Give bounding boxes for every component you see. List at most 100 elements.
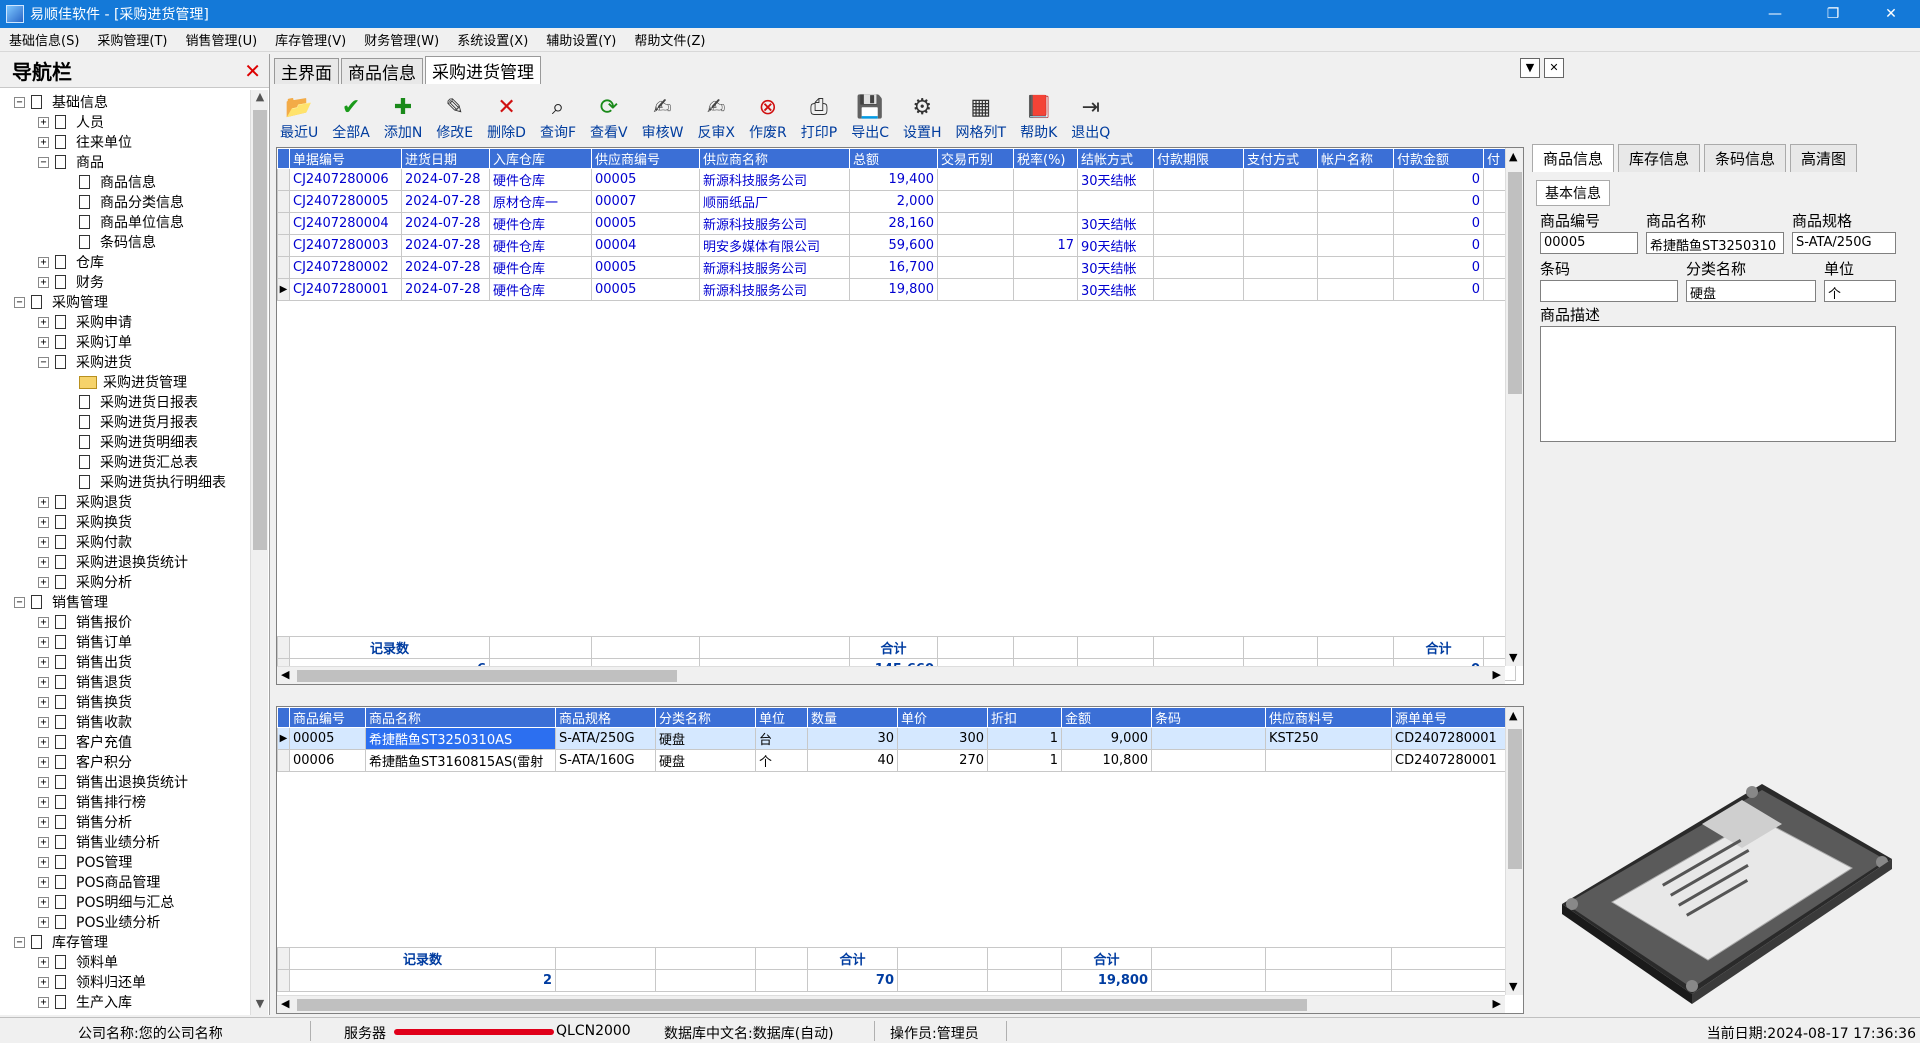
nav-tree-item[interactable]: + 采购申请 (0, 312, 250, 332)
nav-tree-item[interactable]: − 销售管理 (0, 592, 250, 612)
scroll-thumb[interactable] (1508, 172, 1522, 394)
tab-close-icon[interactable]: ✕ (1544, 58, 1564, 78)
nav-tree-item[interactable]: 采购进货执行明细表 (0, 472, 250, 492)
column-header[interactable]: 进货日期 (401, 148, 490, 169)
table-cell[interactable] (937, 234, 1014, 257)
column-header[interactable]: 金额 (1061, 707, 1152, 728)
expand-icon[interactable]: + (38, 856, 49, 868)
scroll-up-icon[interactable]: ▲ (251, 90, 269, 108)
tab-stock-info[interactable]: 库存信息 (1618, 144, 1701, 172)
barcode-field[interactable] (1540, 280, 1678, 302)
nav-tree-item[interactable]: 商品信息 (0, 172, 250, 192)
nav-tree-item[interactable]: + 领料单 (0, 952, 250, 972)
table-cell[interactable]: S-ATA/250G (555, 727, 656, 750)
column-header[interactable]: 折扣 (987, 707, 1062, 728)
nav-tree-item[interactable]: + 财务 (0, 272, 250, 292)
expand-icon[interactable]: + (38, 116, 49, 128)
nav-tree-item[interactable]: 采购进货汇总表 (0, 452, 250, 472)
scroll-thumb[interactable] (297, 999, 1307, 1011)
table-cell[interactable] (1317, 212, 1394, 235)
table-row[interactable]: CJ2407280004 2024-07-28 硬件仓库 00005 新源科技服务公司 2… (277, 212, 1516, 235)
nav-tree-item[interactable]: + 销售出退换货统计 (0, 772, 250, 792)
expand-icon[interactable]: + (38, 756, 49, 768)
nav-tree-item[interactable]: 商品单位信息 (0, 212, 250, 232)
table-cell[interactable] (1013, 168, 1078, 191)
table-cell[interactable] (1151, 749, 1266, 772)
toolbar-button-unapprove[interactable]: ✍ 反审X (697, 93, 735, 144)
tab-dropdown-icon[interactable]: ▼ (1520, 58, 1540, 78)
toolbar-button-edit[interactable]: ✎ 修改E (436, 93, 473, 144)
table-cell[interactable]: 希捷酷鱼ST3250310AS (365, 727, 556, 750)
column-header[interactable]: 分类名称 (655, 707, 756, 728)
nav-tree-item[interactable]: + POS商品管理 (0, 872, 250, 892)
table-cell[interactable] (937, 190, 1014, 213)
table-cell[interactable]: 新源科技服务公司 (699, 168, 850, 191)
column-header[interactable]: 入库仓库 (489, 148, 592, 169)
expand-icon[interactable]: + (38, 256, 49, 268)
table-cell[interactable]: CJ2407280001 (289, 278, 402, 301)
orders-hscroll[interactable]: ◀ ▶ (277, 666, 1505, 684)
nav-tree-item[interactable]: + 销售业绩分析 (0, 832, 250, 852)
nav-tree-item[interactable]: 采购进货管理 (0, 372, 250, 392)
table-cell[interactable]: 19,400 (849, 168, 938, 191)
table-cell[interactable]: CD2407280001 (1391, 749, 1506, 772)
table-cell[interactable]: 0 (1393, 168, 1484, 191)
table-cell[interactable]: 30天结帐 (1077, 212, 1154, 235)
table-cell[interactable] (1243, 168, 1318, 191)
column-header[interactable]: 支付方式 (1243, 148, 1318, 169)
table-cell[interactable]: 9,000 (1061, 727, 1152, 750)
table-cell[interactable] (1153, 278, 1244, 301)
scroll-down-icon[interactable]: ▼ (1509, 980, 1517, 993)
table-cell[interactable]: 300 (897, 727, 988, 750)
nav-tree-item[interactable]: − 基础信息 (0, 92, 250, 112)
table-cell[interactable]: 28,160 (849, 212, 938, 235)
table-cell[interactable]: 30 (807, 727, 898, 750)
table-cell[interactable] (1153, 190, 1244, 213)
nav-tree-item[interactable]: 条码信息 (0, 232, 250, 252)
nav-tree-item[interactable]: 采购进货月报表 (0, 412, 250, 432)
menu-sales[interactable]: 销售管理(U) (177, 30, 267, 49)
toolbar-button-approve[interactable]: ✍ 审核W (642, 93, 684, 144)
table-cell[interactable]: 270 (897, 749, 988, 772)
table-cell[interactable] (1243, 212, 1318, 235)
nav-tree-item[interactable]: + POS明细与汇总 (0, 892, 250, 912)
toolbar-button-folder-open[interactable]: 📂 最近U (280, 93, 318, 144)
menu-inventory[interactable]: 库存管理(V) (266, 30, 355, 49)
toolbar-button-export[interactable]: 💾 导出C (851, 93, 889, 144)
column-header[interactable]: 单据编号 (289, 148, 402, 169)
expand-icon[interactable]: + (38, 616, 49, 628)
table-cell[interactable] (1013, 256, 1078, 279)
column-header[interactable]: 供应商编号 (591, 148, 700, 169)
scroll-right-icon[interactable]: ▶ (1493, 997, 1501, 1010)
table-cell[interactable]: 顺丽纸品厂 (699, 190, 850, 213)
nav-tree-item[interactable]: + 销售收款 (0, 712, 250, 732)
expand-icon[interactable]: + (38, 976, 49, 988)
expand-icon[interactable]: + (38, 336, 49, 348)
nav-close-icon[interactable]: ✕ (244, 59, 261, 83)
scroll-left-icon[interactable]: ◀ (281, 997, 289, 1010)
table-cell[interactable]: 00005 (591, 212, 700, 235)
expand-icon[interactable]: + (38, 836, 49, 848)
table-cell[interactable]: 00005 (289, 727, 366, 750)
column-header[interactable]: 单价 (897, 707, 988, 728)
table-cell[interactable]: CJ2407280005 (289, 190, 402, 213)
table-cell[interactable]: 0 (1393, 212, 1484, 235)
table-cell[interactable] (1317, 234, 1394, 257)
nav-tree-item[interactable]: 商品分类信息 (0, 192, 250, 212)
scroll-right-icon[interactable]: ▶ (1493, 668, 1501, 681)
table-cell[interactable]: 59,600 (849, 234, 938, 257)
desc-field[interactable] (1540, 326, 1896, 442)
table-row[interactable]: CJ2407280005 2024-07-28 原材仓库一 00007 顺丽纸品厂 2,0… (277, 190, 1516, 213)
column-header[interactable]: 商品名称 (365, 707, 556, 728)
toolbar-button-grid-columns[interactable]: ▦ 网格列T (956, 93, 1007, 144)
table-cell[interactable] (1153, 168, 1244, 191)
nav-tree-item[interactable]: + 仓库 (0, 252, 250, 272)
minimize-button[interactable]: — (1746, 0, 1804, 28)
toolbar-button-add[interactable]: ✚ 添加N (384, 93, 422, 144)
table-cell[interactable] (1243, 234, 1318, 257)
column-header[interactable]: 付款期限 (1153, 148, 1244, 169)
nav-tree-item[interactable]: + 采购退货 (0, 492, 250, 512)
menu-aux[interactable]: 辅助设置(Y) (537, 30, 625, 49)
table-row[interactable]: 00006 希捷酷鱼ST3160815AS(雷射 S-ATA/160G 硬盘个 40 27… (277, 749, 1506, 772)
table-cell[interactable]: 17 (1013, 234, 1078, 257)
